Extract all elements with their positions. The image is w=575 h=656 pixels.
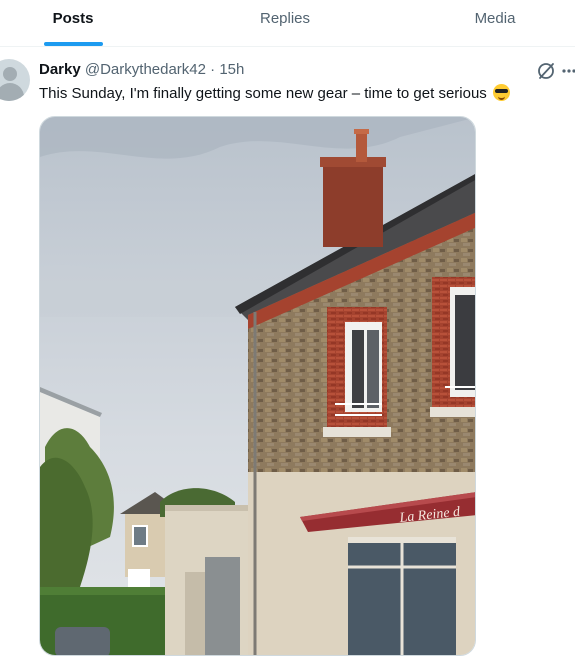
tweet-header: Darky @Darkythedark42 · 15h: [39, 61, 244, 78]
tweet-photo[interactable]: La Reine d: [39, 116, 476, 656]
tab-replies-label: Replies: [259, 10, 311, 27]
avatar-body: [0, 83, 24, 101]
avatar-head: [3, 67, 17, 81]
timestamp[interactable]: 15h: [219, 61, 244, 78]
tab-posts-label: Posts: [52, 10, 94, 27]
author-handle[interactable]: @Darkythedark42: [85, 61, 206, 78]
grok-icon[interactable]: [536, 61, 556, 81]
avatar[interactable]: [0, 59, 30, 101]
more-icon[interactable]: [561, 66, 575, 76]
tweet-text-row: This Sunday, I'm finally getting some ne…: [39, 84, 510, 102]
sunglasses-emoji-icon: [492, 84, 510, 101]
tab-media[interactable]: Media: [430, 0, 560, 46]
separator-dot: ·: [210, 61, 216, 78]
profile-tabs: Posts Replies Media: [0, 0, 575, 47]
tab-replies[interactable]: Replies: [210, 0, 360, 46]
tab-media-label: Media: [474, 10, 516, 27]
tweet-text: This Sunday, I'm finally getting some ne…: [39, 85, 487, 102]
tab-posts[interactable]: Posts: [0, 0, 146, 46]
photo-illustration: La Reine d: [40, 117, 475, 655]
active-tab-indicator: [44, 42, 103, 46]
author-name[interactable]: Darky: [39, 61, 81, 78]
